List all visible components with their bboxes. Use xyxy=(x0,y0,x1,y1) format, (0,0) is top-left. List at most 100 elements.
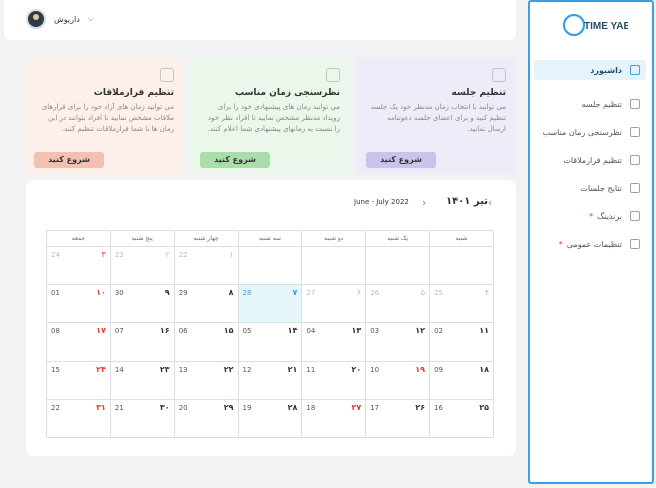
sidebar-item-4[interactable]: نتایج جلسات xyxy=(580,178,646,198)
calendar-header: ‹ تیر ۱۴۰۱ › June - July 2022 xyxy=(26,196,516,212)
sidebar-item-0[interactable]: داشبورد xyxy=(534,60,646,80)
calendar-day[interactable] xyxy=(301,245,367,286)
gregorian-date: 21 xyxy=(114,403,124,412)
persian-date: ۲۲ xyxy=(223,364,234,374)
calendar-day[interactable]: ۱۰ 01 xyxy=(46,284,111,324)
persian-date: ۲ xyxy=(165,250,170,259)
calendar-day[interactable]: ۲۰ 11 xyxy=(301,360,367,400)
calendar-day[interactable]: ۱۸ 09 xyxy=(429,360,494,400)
card-description: می توانید با انتخاب زمان مدنظر خود یک جل… xyxy=(370,103,506,133)
weekday-header: سه شنبه xyxy=(237,230,303,247)
gregorian-date: 10 xyxy=(370,365,380,374)
calendar-day[interactable]: ۶ 27 xyxy=(301,284,367,324)
gregorian-date: 06 xyxy=(178,327,188,336)
sidebar-item-label: نتایج جلسات xyxy=(580,183,622,193)
gregorian-date: 29 xyxy=(178,289,188,298)
gregorian-date: 20 xyxy=(178,403,188,412)
gregorian-date: 30 xyxy=(114,289,124,298)
gregorian-date: 08 xyxy=(51,327,60,336)
calendar-day[interactable]: ۲۸ 19 xyxy=(237,398,303,439)
user-menu[interactable]: داریوش ⌵ xyxy=(26,9,94,29)
avatar[interactable] xyxy=(26,9,46,29)
calendar-day[interactable] xyxy=(429,245,494,286)
persian-date: ۱۳ xyxy=(351,326,362,336)
calendar-day[interactable] xyxy=(237,245,303,286)
weekday-header: پنج شنبه xyxy=(109,230,175,247)
weekday-header: یک شنبه xyxy=(365,230,431,247)
sidebar-item-label: نظرسنجی زمان مناسب xyxy=(542,127,622,137)
calendar-day[interactable]: ۲۶ 17 xyxy=(365,398,431,439)
calendar-day[interactable]: ۱۱ 02 xyxy=(429,322,494,362)
persian-date: ۲۴ xyxy=(96,364,106,374)
gregorian-date: 02 xyxy=(434,327,443,336)
persian-date: ۸ xyxy=(228,288,234,298)
calendar-day[interactable]: ۲۷ 18 xyxy=(301,398,367,439)
card-appointment: تنظیم قرارملاقات می توانید زمان های آزاد… xyxy=(24,58,184,174)
user-name: داریوش xyxy=(54,14,80,24)
grid-icon xyxy=(630,65,640,75)
calendar-day[interactable]: ۲ 23 xyxy=(109,245,175,286)
sidebar-item-6[interactable]: * تنظیمات عمومی xyxy=(559,234,646,254)
calendar-day[interactable]: ۱۶ 07 xyxy=(109,322,175,362)
required-mark: * xyxy=(558,239,563,249)
persian-date: ۱ xyxy=(229,250,234,259)
calendar-day[interactable]: ۱۳ 04 xyxy=(301,322,367,362)
persian-date: ۱۴ xyxy=(287,326,298,336)
start-button[interactable]: شروع کنید xyxy=(200,152,270,168)
calendar-day[interactable]: ۷ 28 xyxy=(237,284,303,324)
top-header: داریوش ⌵ xyxy=(4,0,516,40)
calendar-day[interactable]: ۳۰ 21 xyxy=(109,398,175,439)
persian-date: ۹ xyxy=(164,288,170,298)
users-icon xyxy=(630,155,640,165)
gregorian-date: 12 xyxy=(242,365,252,374)
calendar-day[interactable]: ۲۹ 20 xyxy=(173,398,239,439)
calendar-day[interactable]: ۳ 24 xyxy=(46,245,111,286)
calendar-day[interactable]: ۴ 25 xyxy=(429,284,494,324)
calendar-day[interactable]: ۹ 30 xyxy=(109,284,175,324)
gregorian-date: 22 xyxy=(178,251,188,259)
sidebar-item-2[interactable]: نظرسنجی زمان مناسب xyxy=(543,122,646,142)
persian-date: ۲۶ xyxy=(415,402,426,412)
chevron-right-icon[interactable]: › xyxy=(422,196,426,209)
sidebar-item-1[interactable]: تنظیم جلسه xyxy=(581,94,646,114)
calendar-day[interactable] xyxy=(365,245,431,286)
calendar-day[interactable]: ۳۱ 22 xyxy=(46,398,111,439)
calendar-week: ۱۰ 01 ۹ 30 ۸ 29 ۷ 28 ۶ 27 ۵ 26 ۴ 25 xyxy=(46,284,494,324)
sidebar-item-3[interactable]: تنظیم قرارملاقات xyxy=(563,150,646,170)
sidebar-item-5[interactable]: * برندینگ xyxy=(589,206,646,226)
persian-date: ۳۰ xyxy=(159,402,170,412)
calendar-day[interactable]: ۲۵ 16 xyxy=(429,398,494,439)
calendar-day[interactable]: ۲۴ 15 xyxy=(46,360,111,400)
calendar-day[interactable]: ۱۷ 08 xyxy=(46,322,111,362)
gregorian-date: 16 xyxy=(434,403,443,412)
logo-text: TIME YAB xyxy=(584,21,628,32)
card-title: تنظیم جلسه xyxy=(451,88,506,98)
gregorian-date: 13 xyxy=(178,365,188,374)
sidebar-item-label: داشبورد xyxy=(590,65,622,75)
calendar-day[interactable]: ۱۵ 06 xyxy=(173,322,239,362)
chevron-left-icon[interactable]: ‹ xyxy=(488,196,492,209)
calendar-day[interactable]: ۲۲ 13 xyxy=(173,360,239,400)
gregorian-date: 22 xyxy=(51,403,60,412)
calendar-day[interactable]: ۵ 26 xyxy=(365,284,431,324)
persian-date: ۵ xyxy=(420,288,426,298)
persian-date: ۲۰ xyxy=(351,364,362,374)
calendar-day[interactable]: ۲۳ 14 xyxy=(109,360,175,400)
calendar-day[interactable]: ۱۲ 03 xyxy=(365,322,431,362)
calendar-check-icon xyxy=(630,99,640,109)
sidebar: TIME YAB داشبورد تنظیم جلسه نظرسنجی زمان م… xyxy=(528,0,654,484)
start-button[interactable]: شروع کنید xyxy=(34,152,104,168)
clipboard-icon xyxy=(326,68,340,82)
calendar-day[interactable]: ۱۴ 05 xyxy=(237,322,303,362)
calendar-day[interactable]: ۱ 22 xyxy=(173,245,239,286)
calendar-day[interactable]: ۲۱ 12 xyxy=(237,360,303,400)
quick-actions: تنظیم جلسه می توانید با انتخاب زمان مدنظ… xyxy=(24,58,516,174)
start-button[interactable]: شروع کنید xyxy=(366,152,436,168)
persian-date: ۱۰ xyxy=(96,288,106,298)
sidebar-item-label: برندینگ xyxy=(597,211,622,221)
calendar-day[interactable]: ۱۹ 10 xyxy=(365,360,431,400)
users-icon xyxy=(160,68,174,82)
chevron-down-icon[interactable]: ⌵ xyxy=(88,14,94,24)
persian-date: ۱۶ xyxy=(159,326,170,336)
calendar-day[interactable]: ۸ 29 xyxy=(173,284,239,324)
